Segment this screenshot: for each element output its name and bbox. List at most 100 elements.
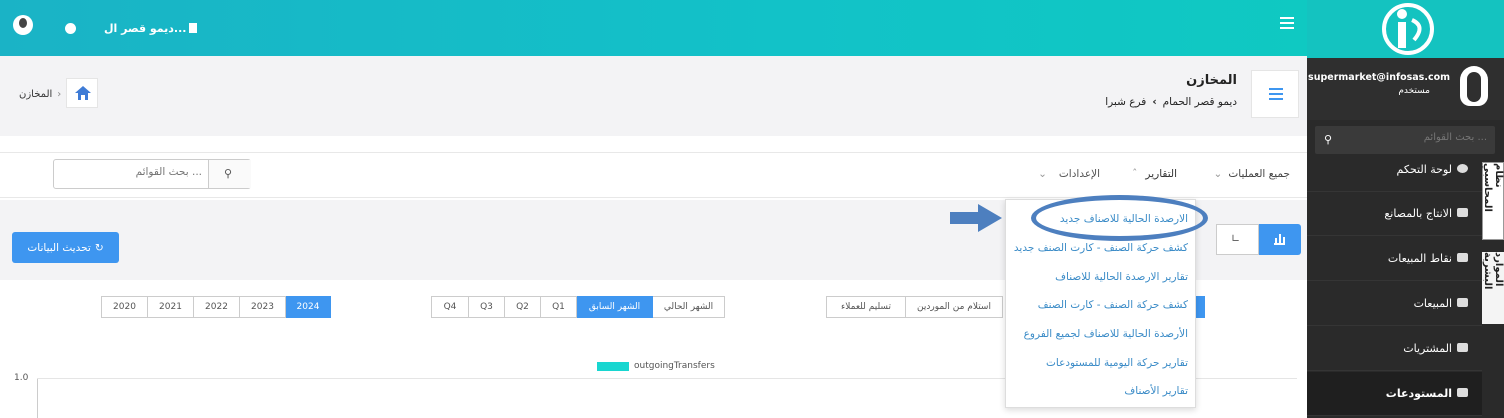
user-role: مستخدم — [1398, 86, 1430, 96]
dropdown-item-item-card-new[interactable]: كشف حركة الصنف - كارت الصنف جديد — [1014, 242, 1188, 254]
filter-label: استلام من الموردين — [917, 302, 991, 312]
period-current-month[interactable]: الشهر الحالي — [652, 296, 725, 318]
filter-receive-suppliers[interactable]: استلام من الموردين — [905, 296, 1003, 318]
company-label: ديمو قصر ال... — [104, 21, 187, 35]
year-label: 2024 — [296, 302, 320, 312]
globe-icon[interactable] — [65, 23, 76, 34]
period-q4[interactable]: Q4 — [431, 296, 469, 318]
period-q3[interactable]: Q3 — [468, 296, 505, 318]
menu-all-operations[interactable]: ⌄ جميع العمليات — [1214, 168, 1290, 180]
period-previous-month[interactable]: الشهر السابق — [576, 296, 653, 318]
menu-label: الإعدادات — [1058, 168, 1100, 180]
user-avatar-icon[interactable] — [13, 15, 33, 35]
chevron-down-icon: ⌄ — [1213, 168, 1223, 180]
breadcrumb: ديمو قصر الحمام › فرع شبرا — [1105, 96, 1237, 108]
list-icon — [1269, 88, 1283, 100]
warehouse-icon — [1457, 388, 1468, 397]
period-label: Q2 — [516, 302, 529, 312]
chart-type-bar[interactable] — [1258, 224, 1301, 255]
year-label: 2021 — [159, 302, 182, 312]
sidebar-item-sales[interactable]: المبيعات — [1307, 282, 1482, 326]
user-avatar — [1460, 66, 1488, 106]
menu-settings[interactable]: ⌄ الإعدادات — [1038, 168, 1100, 180]
sidebar-item-pos[interactable]: نقاط المبيعات — [1307, 237, 1482, 281]
year-label: 2023 — [251, 302, 274, 312]
sidebar-item-label: نقاط المبيعات — [1387, 252, 1452, 265]
search-icon: ⚲ — [1324, 133, 1333, 146]
sidebar-item-label: الانتاج بالمصانع — [1384, 207, 1452, 220]
top-bar: ديمو قصر ال... — [0, 0, 1307, 56]
sidebar-item-warehouses[interactable]: المستودعات — [1307, 372, 1482, 416]
period-label: الشهر السابق — [588, 302, 641, 312]
chevron-down-icon: ⌄ — [1038, 168, 1047, 180]
dropdown-item-item-card[interactable]: كشف حركة الصنف - كارت الصنف — [1038, 299, 1188, 311]
user-panel: supermarket@infosas.com مستخدم — [1307, 58, 1504, 120]
page-menu-button[interactable] — [1251, 70, 1299, 118]
toolbar-search[interactable]: ⚲ — [53, 159, 251, 189]
user-email: supermarket@infosas.com — [1308, 72, 1450, 83]
tab-accounting[interactable]: نظام المحاسبي — [1482, 162, 1504, 240]
highlight-ellipse — [1031, 195, 1208, 241]
dropdown-item-current-balances-report[interactable]: تقارير الارصدة الحالية للاصناف — [1055, 271, 1188, 283]
y-tick-label: 1.0 — [14, 373, 29, 383]
year-2024[interactable]: 2024 — [285, 296, 331, 318]
period-label: Q3 — [480, 302, 493, 312]
purchases-icon — [1457, 343, 1468, 352]
bar-chart-icon — [1274, 234, 1285, 245]
filter-label: تسليم للعملاء — [841, 302, 891, 312]
tab-hr[interactable]: الموارد البشرية — [1482, 252, 1504, 324]
refresh-button[interactable]: تحديث البيانات ↻ — [12, 232, 119, 263]
sidebar-header — [1307, 0, 1504, 58]
sidebar-item-label: المستودعات — [1385, 387, 1452, 400]
chart-type-line[interactable]: ∟ — [1216, 224, 1259, 255]
refresh-label: تحديث البيانات — [27, 241, 91, 254]
chevron-up-icon: ˆ — [1132, 168, 1138, 180]
chevron-right-icon: › — [57, 89, 62, 100]
dashboard-icon — [1457, 164, 1468, 173]
dropdown-item-daily-movement[interactable]: تقارير حركة اليومية للمستودعات — [1046, 357, 1188, 369]
sidebar-item-purchases[interactable]: المشتريات — [1307, 327, 1482, 371]
breadcrumb-branch[interactable]: فرع شبرا — [1105, 96, 1146, 108]
dropdown-item-items-reports[interactable]: تقارير الأصناف — [1124, 385, 1188, 397]
search-button[interactable]: ⚲ — [208, 160, 251, 188]
home-button[interactable] — [66, 78, 98, 108]
tab-label: نظام المحاسبي — [1482, 163, 1504, 212]
line-chart-icon: ∟ — [1231, 232, 1241, 245]
period-q2[interactable]: Q2 — [504, 296, 541, 318]
breadcrumb-company[interactable]: ديمو قصر الحمام — [1163, 96, 1237, 108]
pointer-arrow-icon — [950, 204, 1002, 232]
menu-reports[interactable]: ˆ التقارير — [1132, 168, 1177, 180]
search-icon: ⚲ — [224, 167, 233, 180]
company-switcher[interactable]: ديمو قصر ال... — [104, 20, 198, 36]
breadcrumb-left: المخازن › — [19, 89, 61, 100]
y-axis — [37, 378, 38, 418]
page-title: المخازن — [1186, 73, 1237, 88]
year-2022[interactable]: 2022 — [193, 296, 240, 318]
sidebar-search-input[interactable] — [1357, 132, 1487, 143]
period-label: Q4 — [443, 302, 457, 312]
dropdown-item-balances-all-branches[interactable]: الأرصدة الحالية للاصناف لجميع الفروع — [1024, 328, 1188, 340]
chart-legend: outgoingTransfers — [597, 361, 715, 371]
period-label: Q1 — [552, 302, 565, 312]
refresh-icon: ↻ — [94, 241, 104, 254]
menu-label: التقارير — [1145, 168, 1177, 180]
search-input[interactable] — [62, 166, 202, 178]
factory-icon — [1457, 208, 1468, 217]
period-q1[interactable]: Q1 — [540, 296, 577, 318]
sidebar-item-factories[interactable]: الانتاج بالمصانع — [1307, 192, 1482, 236]
filter-deliver-customers[interactable]: تسليم للعملاء — [826, 296, 906, 318]
chevron-left-icon: › — [1152, 96, 1157, 108]
menu-label: جميع العمليات — [1228, 168, 1290, 180]
legend-label: outgoingTransfers — [634, 361, 715, 371]
year-2020[interactable]: 2020 — [101, 296, 148, 318]
hamburger-icon[interactable] — [1280, 17, 1294, 29]
year-2023[interactable]: 2023 — [239, 296, 286, 318]
year-2021[interactable]: 2021 — [147, 296, 194, 318]
breadcrumb-current[interactable]: المخازن — [19, 89, 52, 100]
period-label: الشهر الحالي — [663, 302, 714, 312]
sidebar-item-label: المبيعات — [1413, 297, 1452, 310]
legend-swatch — [597, 361, 629, 371]
truck-icon — [1457, 298, 1468, 307]
sidebar-item-dashboard[interactable]: لوحة التحكم — [1307, 148, 1482, 192]
pos-icon — [1457, 253, 1468, 262]
